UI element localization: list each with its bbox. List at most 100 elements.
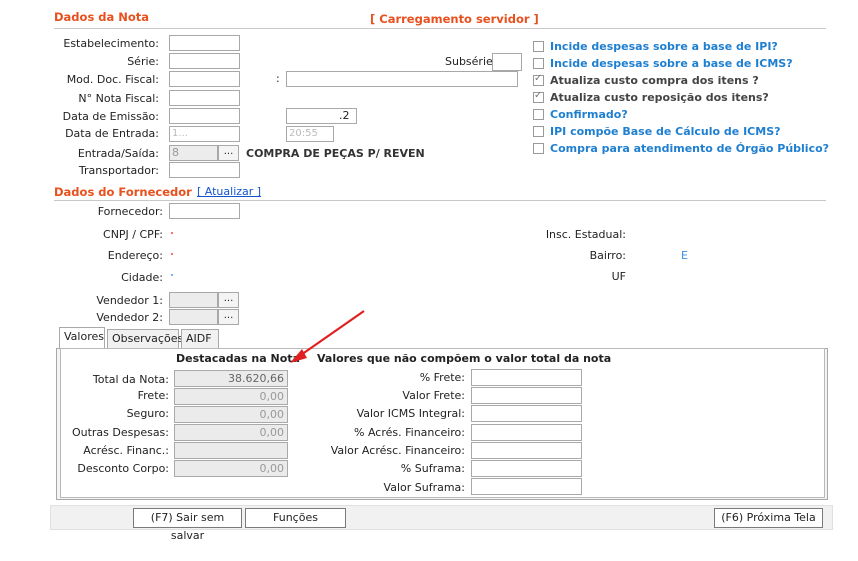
outras-despesas-field[interactable]: 0,00: [174, 424, 288, 441]
fornecedor-input[interactable]: [169, 203, 240, 219]
option-checkbox[interactable]: [533, 126, 544, 137]
option-confirmado[interactable]: Confirmado?: [533, 106, 829, 123]
hora-entrada-input[interactable]: 20:55: [286, 126, 334, 142]
data-emissao-tail: .2: [339, 109, 350, 122]
option-ipi-base-icms[interactable]: IPI compõe Base de Cálculo de ICMS?: [533, 123, 829, 140]
serie-input[interactable]: [169, 53, 240, 69]
entrada-saida-lookup-button[interactable]: ...: [218, 145, 239, 161]
pct-acres-financeiro-label: % Acrés. Financeiro:: [354, 426, 465, 439]
option-ipi-despesas[interactable]: Incide despesas sobre a base de IPI?: [533, 38, 829, 55]
option-checkbox[interactable]: [533, 90, 544, 103]
bairro-label: Bairro:: [589, 249, 626, 262]
option-label: Atualiza custo reposição dos itens?: [550, 91, 769, 104]
subserie-label: Subsérie:: [445, 55, 497, 68]
desconto-corpo-field[interactable]: 0,00: [174, 460, 288, 477]
option-label: IPI compõe Base de Cálculo de ICMS?: [550, 125, 781, 138]
funcoes-button[interactable]: Funções: [245, 508, 346, 528]
option-checkbox[interactable]: [533, 41, 544, 52]
valor-icms-integral-label: Valor ICMS Integral:: [356, 407, 465, 420]
subserie-input[interactable]: [492, 53, 522, 71]
vendedor2-lookup-button[interactable]: ...: [218, 309, 239, 325]
vendedor1-label: Vendedor 1:: [96, 294, 163, 307]
pct-frete-label: % Frete:: [419, 371, 465, 384]
endereco-label: Endereço:: [107, 249, 163, 262]
valor-frete-field[interactable]: [471, 387, 582, 404]
carregamento-servidor-link[interactable]: [ Carregamento servidor ]: [370, 12, 539, 26]
pct-suframa-label: % Suframa:: [400, 462, 465, 475]
serie-label: Série:: [127, 55, 159, 68]
section-divider: [54, 28, 826, 29]
option-checkbox[interactable]: [533, 109, 544, 120]
option-label: Compra para atendimento de Órgão Público…: [550, 142, 830, 155]
dados-fornecedor-title: Dados do Fornecedor: [54, 185, 192, 199]
option-checkbox[interactable]: [533, 73, 544, 86]
desconto-corpo-label: Desconto Corpo:: [77, 462, 169, 475]
seguro-label: Seguro:: [126, 407, 169, 420]
section-divider: [54, 200, 826, 201]
total-nota-field[interactable]: 38.620,66: [174, 370, 288, 387]
cfop-description: COMPRA DE PEÇAS P/ REVEN: [246, 147, 425, 160]
option-atualiza-custo-compra[interactable]: Atualiza custo compra dos itens ?: [533, 72, 829, 89]
data-entrada-label: Data de Entrada:: [65, 127, 159, 140]
valor-suframa-label: Valor Suframa:: [383, 481, 465, 494]
uf-label: UF: [611, 270, 626, 283]
vendedor2-input[interactable]: [169, 309, 218, 325]
vendedor2-label: Vendedor 2:: [96, 311, 163, 324]
hora-entrada-value: 20:55: [289, 128, 318, 139]
cidade-label: Cidade:: [121, 271, 163, 284]
valor-suframa-field[interactable]: [471, 478, 582, 495]
valor-frete-label: Valor Frete:: [402, 389, 465, 402]
dados-nota-title: Dados da Nota: [54, 10, 150, 24]
vendedor1-lookup-button[interactable]: ...: [218, 292, 239, 308]
atualizar-link[interactable]: [ Atualizar ]: [197, 185, 261, 198]
proxima-tela-button[interactable]: (F6) Próxima Tela: [714, 508, 823, 528]
option-label: Confirmado?: [550, 108, 628, 121]
data-emissao-label: Data de Emissão:: [62, 110, 159, 123]
option-label: Incide despesas sobre a base de ICMS?: [550, 57, 793, 70]
data-entrada-input[interactable]: 1...: [169, 126, 240, 142]
hora-emissao-input[interactable]: .2: [286, 108, 357, 124]
option-atualiza-custo-reposicao[interactable]: Atualiza custo reposição dos itens?: [533, 89, 829, 106]
mod-doc-input[interactable]: [169, 71, 240, 87]
redaction-mark: [171, 253, 173, 255]
total-nota-label: Total da Nota:: [92, 373, 169, 386]
entrada-saida-label: Entrada/Saída:: [77, 147, 159, 160]
insc-estadual-label: Insc. Estadual:: [545, 228, 626, 241]
bairro-value: E: [681, 249, 688, 262]
valor-icms-integral-field[interactable]: [471, 405, 582, 422]
estabelecimento-label: Estabelecimento:: [63, 37, 159, 50]
nota-fiscal-label: N° Nota Fiscal:: [78, 92, 159, 105]
tab-valores[interactable]: Valores: [59, 327, 105, 349]
option-checkbox[interactable]: [533, 58, 544, 69]
frete-label: Frete:: [137, 389, 169, 402]
data-entrada-value: 1...: [172, 128, 188, 139]
pct-acres-financeiro-field[interactable]: [471, 424, 582, 441]
entrada-saida-input[interactable]: 8: [169, 145, 218, 161]
fornecedor-label: Fornecedor:: [97, 205, 163, 218]
seguro-field[interactable]: 0,00: [174, 406, 288, 423]
vendedor1-input[interactable]: [169, 292, 218, 308]
pct-frete-field[interactable]: [471, 369, 582, 386]
option-icms-despesas[interactable]: Incide despesas sobre a base de ICMS?: [533, 55, 829, 72]
mod-doc-desc-input[interactable]: [286, 71, 518, 87]
options-checklist: Incide despesas sobre a base de IPI? Inc…: [533, 38, 829, 157]
option-orgao-publico[interactable]: Compra para atendimento de Órgão Público…: [533, 140, 829, 157]
mod-doc-separator: :: [276, 72, 280, 85]
sair-sem-salvar-button[interactable]: (F7) Sair sem salvar: [133, 508, 242, 542]
transportador-input[interactable]: [169, 162, 240, 178]
acresc-financ-field[interactable]: [174, 442, 288, 459]
frete-field[interactable]: 0,00: [174, 388, 288, 405]
annotation-arrow-icon: [290, 310, 365, 363]
entrada-saida-code: 8: [172, 146, 179, 159]
option-checkbox[interactable]: [533, 143, 544, 154]
nota-fiscal-input[interactable]: [169, 90, 240, 106]
tab-observacoes[interactable]: Observações: [107, 329, 183, 349]
estabelecimento-input[interactable]: [169, 35, 240, 51]
pct-suframa-field[interactable]: [471, 460, 582, 477]
data-emissao-input[interactable]: [169, 108, 240, 124]
valor-acresc-financeiro-field[interactable]: [471, 442, 582, 459]
outras-despesas-label: Outras Despesas:: [71, 426, 169, 439]
mod-doc-label: Mod. Doc. Fiscal:: [66, 73, 159, 86]
cnpj-label: CNPJ / CPF:: [103, 228, 163, 241]
tab-aidf[interactable]: AIDF: [181, 329, 219, 349]
